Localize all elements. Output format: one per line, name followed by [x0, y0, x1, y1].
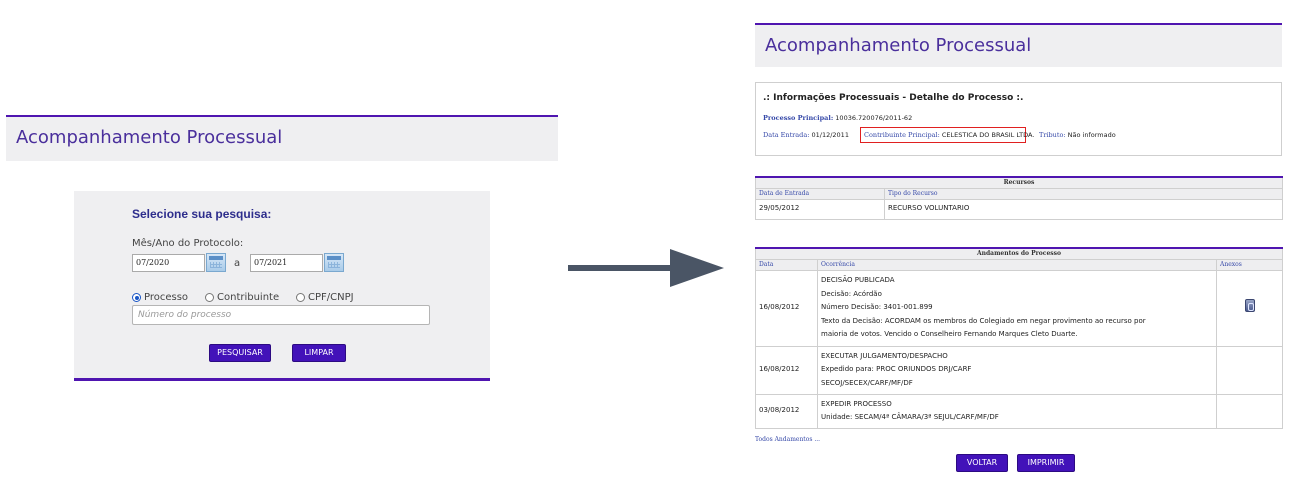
entrada-value: 01/12/2011: [811, 131, 849, 139]
radio-cpf-cnpj-label: CPF/CNPJ: [308, 292, 354, 303]
right-page-title: Acompanhamento Processual: [765, 35, 1032, 56]
occurrence-line: Decisão: Acórdão: [821, 289, 882, 298]
andamentos-caption: Andamentos do Processo: [754, 247, 1284, 260]
date-to-input[interactable]: 07/2021: [250, 254, 323, 272]
contribuinte-principal: Contribuinte Principal: CELESTICA DO BRA…: [864, 131, 1034, 139]
andamento-occurrence: EXPEDIR PROCESSO Unidade: SECAM/4ª CÂMAR…: [817, 393, 1217, 429]
andamento-occurrence: EXECUTAR JULGAMENTO/DESPACHO Expedido pa…: [817, 345, 1217, 395]
andamento-date: 16/08/2012: [755, 345, 818, 395]
radio-cpf-cnpj-button[interactable]: [296, 293, 305, 302]
recursos-table: Recursos Data de Entrada Tipo do Recurso…: [755, 176, 1283, 220]
data-entrada: Data Entrada: 01/12/2011: [763, 131, 849, 139]
occurrence-line: EXPEDIR PROCESSO: [821, 399, 892, 408]
tributo-value: Não informado: [1067, 131, 1116, 139]
radio-processo-label: Processo: [144, 292, 189, 303]
right-arrow-head: [670, 249, 724, 287]
occurrence-line: Texto da Decisão: ACORDAM os membros do …: [821, 316, 1146, 325]
occurrence-line: Expedido para: PROC ORIUNDOS DRJ/CARF: [821, 365, 972, 374]
andamentos-header-date: Data: [755, 258, 818, 271]
attachment-icon[interactable]: [1244, 298, 1255, 312]
process-number-input[interactable]: Número do processo: [132, 305, 430, 325]
andamento-date: 03/08/2012: [755, 393, 818, 429]
entrada-label: Data Entrada:: [763, 131, 810, 139]
table-row: 03/08/2012 EXPEDIR PROCESSO Unidade: SEC…: [755, 393, 1284, 429]
table-row: 16/08/2012 EXECUTAR JULGAMENTO/DESPACHO …: [755, 345, 1284, 395]
right-arrow-icon: [568, 265, 680, 271]
recursos-header-type: Tipo do Recurso: [884, 187, 1283, 200]
contribuinte-label: Contribuinte Principal:: [864, 131, 940, 139]
recursos-caption: Recursos: [755, 176, 1283, 189]
processo-label: Processo Principal:: [763, 114, 834, 122]
andamentos-table: Andamentos do Processo Data Ocorrência A…: [754, 247, 1284, 429]
occurrence-line: SECOJ/SECEX/CARF/MF/DF: [821, 378, 913, 387]
contribuinte-value: CELESTICA DO BRASIL LTDA.: [941, 131, 1035, 139]
andamento-attachments: [1215, 269, 1284, 347]
period-label: Mês/Ano do Protocolo:: [132, 238, 244, 249]
recurso-date: 29/05/2012: [755, 198, 885, 220]
table-row: 16/08/2012 DECISÃO PUBLICADA Decisão: Ac…: [755, 269, 1284, 347]
left-title-bar: Acompanhamento Processual: [6, 115, 558, 161]
date-separator: a: [234, 258, 241, 269]
radio-contribuinte-button[interactable]: [205, 293, 214, 302]
andamento-date: 16/08/2012: [755, 269, 818, 347]
search-heading: Selecione sua pesquisa:: [132, 207, 272, 221]
right-title-bar: Acompanhamento Processual: [755, 23, 1282, 67]
tributo: Tributo: Não informado: [1039, 131, 1116, 139]
calendar-icon[interactable]: [324, 253, 344, 272]
recurso-type: RECURSO VOLUNTARIO: [884, 198, 1283, 220]
andamento-attachments: [1215, 393, 1284, 429]
radio-processo-button[interactable]: [132, 293, 141, 302]
processo-value: 10036.720076/2011-62: [835, 114, 913, 122]
occurrence-line: maioria de votos. Vencido o Conselheiro …: [821, 330, 1078, 339]
andamento-occurrence: DECISÃO PUBLICADA Decisão: Acórdão Númer…: [817, 269, 1217, 347]
radio-contribuinte[interactable]: Contribuinte: [205, 292, 279, 303]
process-info-box: .: Informações Processuais - Detalhe do …: [755, 82, 1282, 156]
all-andamentos-link[interactable]: Todos Andamentos ...: [755, 436, 820, 443]
occurrence-line: EXECUTAR JULGAMENTO/DESPACHO: [821, 351, 948, 360]
andamentos-header-event: Ocorrência: [817, 258, 1217, 271]
search-button[interactable]: PESQUISAR: [209, 344, 271, 362]
occurrence-line: Número Decisão: 3401-001.899: [821, 303, 933, 312]
radio-cpf-cnpj[interactable]: CPF/CNPJ: [296, 292, 354, 303]
clear-button[interactable]: LIMPAR: [292, 344, 346, 362]
left-page-title: Acompanhamento Processual: [16, 127, 283, 148]
radio-contribuinte-label: Contribuinte: [217, 292, 280, 303]
andamento-attachments: [1215, 345, 1284, 395]
table-row: 29/05/2012 RECURSO VOLUNTARIO: [755, 198, 1283, 220]
info-title: .: Informações Processuais - Detalhe do …: [763, 93, 1024, 103]
tributo-label: Tributo:: [1039, 131, 1066, 139]
occurrence-line: Unidade: SECAM/4ª CÂMARA/3ª SEJUL/CARF/M…: [821, 413, 999, 421]
recursos-header-date: Data de Entrada: [755, 187, 885, 200]
radio-processo[interactable]: Processo: [132, 292, 188, 303]
andamentos-header-attachments: Anexos: [1215, 258, 1284, 271]
calendar-icon[interactable]: [206, 253, 226, 272]
processo-principal: Processo Principal: 10036.720076/2011-62: [763, 114, 912, 122]
occurrence-line: DECISÃO PUBLICADA: [821, 276, 895, 285]
search-panel: Selecione sua pesquisa: Mês/Ano do Proto…: [74, 191, 490, 381]
back-button[interactable]: VOLTAR: [956, 454, 1008, 472]
date-from-input[interactable]: 07/2020: [132, 254, 205, 272]
print-button[interactable]: IMPRIMIR: [1017, 454, 1075, 472]
